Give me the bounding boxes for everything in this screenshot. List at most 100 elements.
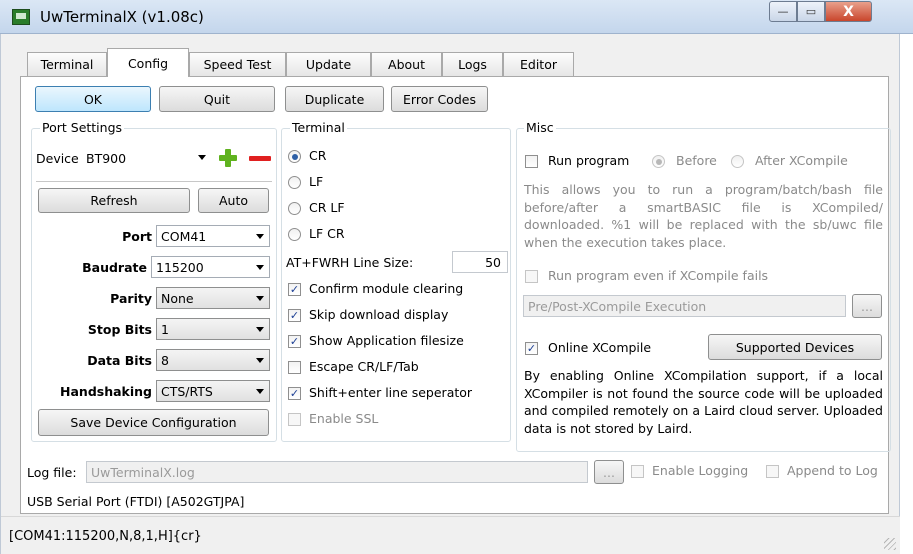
exec-browse-button[interactable]: ...	[852, 294, 882, 318]
stop-bits-label: Stop Bits	[87, 322, 152, 337]
tab-update[interactable]: Update	[286, 52, 371, 76]
show-filesize-label: Show Application filesize	[309, 333, 464, 348]
baudrate-label: Baudrate	[82, 260, 147, 275]
stop-bits-select[interactable]: 1	[156, 318, 270, 340]
run-program-checkbox[interactable]	[525, 155, 538, 168]
line-size-input[interactable]: 50	[452, 251, 508, 273]
enable-ssl-label: Enable SSL	[309, 411, 379, 426]
chevron-down-icon	[256, 296, 264, 301]
parity-value: None	[161, 290, 194, 306]
app-icon	[12, 9, 30, 25]
shift-enter-checkbox[interactable]: ✓	[288, 387, 301, 400]
tab-terminal[interactable]: Terminal	[27, 52, 107, 76]
exec-command-input[interactable]: Pre/Post-XCompile Execution	[523, 295, 846, 317]
handshaking-label: Handshaking	[60, 384, 152, 399]
status-text: [COM41:115200,N,8,1,H]{cr}	[9, 529, 202, 544]
refresh-button[interactable]: Refresh	[38, 188, 190, 213]
remove-device-icon[interactable]	[249, 156, 271, 161]
minimize-button[interactable]: —	[769, 1, 797, 22]
add-device-icon[interactable]	[219, 149, 237, 167]
device-select[interactable]: BT900	[82, 147, 211, 169]
append-log-checkbox[interactable]	[766, 465, 779, 478]
data-bits-label: Data Bits	[87, 353, 152, 368]
data-bits-select[interactable]: 8	[156, 349, 270, 371]
duplicate-button[interactable]: Duplicate	[285, 86, 384, 112]
chevron-down-icon	[256, 234, 264, 239]
parity-label: Parity	[110, 291, 152, 306]
skip-download-checkbox[interactable]: ✓	[288, 309, 301, 322]
quit-button[interactable]: Quit	[159, 86, 275, 112]
line-size-label: AT+FWRH Line Size:	[286, 255, 414, 270]
run-even-label: Run program even if XCompile fails	[548, 268, 769, 283]
escape-crlf-label: Escape CR/LF/Tab	[309, 359, 419, 374]
log-file-input[interactable]: UwTerminalX.log	[86, 461, 588, 483]
handshaking-select[interactable]: CTS/RTS	[156, 380, 270, 402]
radio-lfcr-label: LF CR	[309, 226, 345, 241]
window-title: UwTerminalX (v1.08c)	[40, 8, 204, 26]
device-info-text: USB Serial Port (FTDI) [A502GTJPA]	[27, 494, 245, 509]
show-filesize-checkbox[interactable]: ✓	[288, 335, 301, 348]
port-label: Port	[122, 229, 152, 244]
log-file-label: Log file:	[27, 465, 77, 480]
baudrate-value: 115200	[156, 259, 204, 275]
radio-lf[interactable]	[288, 176, 301, 189]
port-value: COM41	[161, 228, 207, 244]
chevron-down-icon	[256, 358, 264, 363]
handshaking-value: CTS/RTS	[161, 383, 213, 399]
confirm-clearing-label: Confirm module clearing	[309, 281, 464, 296]
online-xcompile-label: Online XCompile	[548, 340, 652, 355]
port-select[interactable]: COM41	[156, 225, 270, 247]
port-settings-title: Port Settings	[40, 120, 125, 135]
resize-grip-icon[interactable]	[884, 538, 896, 550]
error-codes-button[interactable]: Error Codes	[391, 86, 488, 112]
enable-ssl-checkbox[interactable]	[288, 413, 301, 426]
skip-download-label: Skip download display	[309, 307, 449, 322]
run-program-label: Run program	[548, 153, 630, 168]
stop-bits-value: 1	[161, 321, 169, 337]
escape-crlf-checkbox[interactable]	[288, 361, 301, 374]
baudrate-select[interactable]: 115200	[151, 256, 270, 278]
confirm-clearing-checkbox[interactable]: ✓	[288, 283, 301, 296]
parity-select[interactable]: None	[156, 287, 270, 309]
tab-editor[interactable]: Editor	[503, 52, 574, 76]
device-label: Device	[36, 151, 79, 166]
tab-logs[interactable]: Logs	[442, 52, 503, 76]
terminal-title: Terminal	[290, 120, 347, 135]
tab-config[interactable]: Config	[107, 48, 189, 77]
data-bits-value: 8	[161, 352, 169, 368]
radio-before-label: Before	[676, 153, 717, 168]
window-edge	[900, 34, 913, 554]
close-button[interactable]: X	[825, 1, 872, 22]
radio-crlf[interactable]	[288, 202, 301, 215]
chevron-down-icon	[256, 389, 264, 394]
enable-logging-checkbox[interactable]	[631, 465, 644, 478]
radio-after-label: After XCompile	[755, 153, 848, 168]
online-xcompile-description: By enabling Online XCompilation support,…	[524, 368, 883, 436]
chevron-down-icon	[256, 327, 264, 332]
radio-lf-label: LF	[309, 174, 324, 189]
supported-devices-button[interactable]: Supported Devices	[708, 334, 882, 360]
radio-after[interactable]	[731, 155, 744, 168]
auto-button[interactable]: Auto	[198, 188, 269, 213]
port-divider	[36, 181, 272, 182]
log-browse-button[interactable]: ...	[594, 460, 624, 484]
device-value: BT900	[86, 150, 127, 166]
shift-enter-label: Shift+enter line seperator	[309, 385, 473, 400]
radio-crlf-label: CR LF	[309, 200, 345, 215]
radio-cr[interactable]	[288, 150, 301, 163]
maximize-button[interactable]: ▭	[797, 1, 825, 22]
tab-about[interactable]: About	[371, 52, 442, 76]
online-xcompile-checkbox[interactable]: ✓	[525, 342, 538, 355]
run-even-checkbox[interactable]	[525, 270, 538, 283]
run-program-description: This allows you to run a program/batch/b…	[524, 182, 883, 250]
chevron-down-icon	[256, 265, 264, 270]
tab-speed-test[interactable]: Speed Test	[189, 52, 286, 76]
enable-logging-label: Enable Logging	[652, 463, 749, 478]
append-log-label: Append to Log	[787, 463, 878, 478]
radio-lfcr[interactable]	[288, 228, 301, 241]
save-device-config-button[interactable]: Save Device Configuration	[38, 409, 269, 436]
radio-cr-label: CR	[309, 148, 327, 163]
chevron-down-icon	[198, 155, 206, 160]
ok-button[interactable]: OK	[35, 86, 151, 112]
radio-before[interactable]	[652, 155, 665, 168]
